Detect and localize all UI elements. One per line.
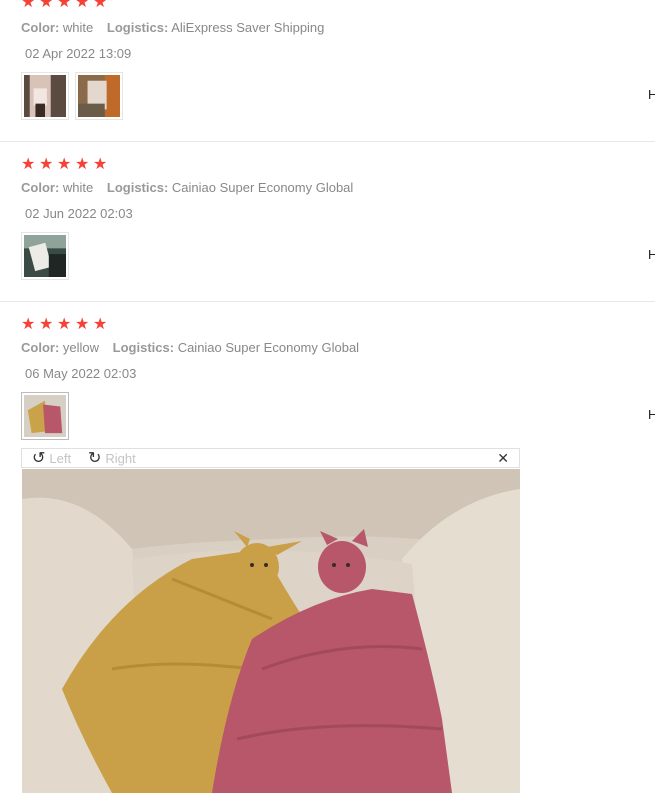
- review-photo-thumbnail[interactable]: [21, 232, 69, 280]
- star-icon: ★: [57, 0, 72, 11]
- review-2-thumbnails: [21, 232, 69, 280]
- rotate-left-button[interactable]: ↺ Left: [32, 449, 72, 467]
- star-icon: ★: [75, 156, 90, 173]
- review-1-date: 02 Apr 2022 13:09: [25, 46, 132, 61]
- rotate-right-button[interactable]: ↻ Right: [88, 449, 136, 467]
- star-icon: ★: [39, 0, 54, 11]
- star-icon: ★: [21, 316, 36, 333]
- reviews-page: ★ ★ ★ ★ ★ Color: white Logistics: AliExp…: [0, 0, 655, 793]
- rotate-left-icon: ↺: [32, 449, 46, 467]
- review-3-rating: ★ ★ ★ ★ ★: [21, 317, 109, 335]
- review-photo-thumbnail[interactable]: [21, 392, 69, 440]
- color-value: white: [62, 180, 94, 195]
- star-icon: ★: [57, 156, 72, 173]
- photo-image: [24, 75, 66, 117]
- star-icon: ★: [39, 316, 54, 333]
- star-icon: ★: [93, 316, 108, 333]
- star-icon: ★: [21, 0, 36, 11]
- review-photo-thumbnail[interactable]: [75, 72, 123, 120]
- review-3-thumbnails: [21, 392, 69, 440]
- image-viewer-toolbar: ↺ Left ↻ Right ✕: [21, 448, 520, 468]
- logistics-value: Cainiao Super Economy Global: [177, 340, 360, 355]
- review-photo-thumbnail[interactable]: [21, 72, 69, 120]
- color-label: Color:: [21, 20, 60, 35]
- logistics-value: AliExpress Saver Shipping: [171, 20, 325, 35]
- review-1-meta: Color: white Logistics: AliExpress Saver…: [21, 20, 334, 35]
- enlarged-review-photo: [22, 469, 520, 793]
- review-2-meta: Color: white Logistics: Cainiao Super Ec…: [21, 180, 363, 195]
- photo-image: [24, 235, 66, 277]
- review-divider: [0, 301, 655, 302]
- star-icon: ★: [93, 156, 108, 173]
- review-2-helpful-link[interactable]: H: [648, 247, 655, 262]
- star-icon: ★: [75, 0, 90, 11]
- review-1-thumbnails: [21, 72, 123, 120]
- star-icon: ★: [57, 316, 72, 333]
- review-1-rating: ★ ★ ★ ★ ★: [21, 0, 109, 13]
- color-value: yellow: [62, 340, 100, 355]
- logistics-value: Cainiao Super Economy Global: [171, 180, 354, 195]
- review-2-rating: ★ ★ ★ ★ ★: [21, 157, 109, 175]
- rotate-right-icon: ↻: [88, 449, 102, 467]
- color-value: white: [62, 20, 94, 35]
- color-label: Color:: [21, 180, 60, 195]
- photo-image: [22, 469, 520, 793]
- rotate-right-label: Right: [105, 451, 136, 466]
- rotate-left-label: Left: [49, 451, 72, 466]
- review-divider: [0, 141, 655, 142]
- star-icon: ★: [39, 156, 54, 173]
- logistics-label: Logistics:: [112, 340, 175, 355]
- logistics-label: Logistics:: [106, 180, 169, 195]
- review-3-date: 06 May 2022 02:03: [25, 366, 137, 381]
- star-icon: ★: [75, 316, 90, 333]
- close-icon[interactable]: ✕: [497, 450, 509, 467]
- logistics-label: Logistics:: [106, 20, 169, 35]
- star-icon: ★: [21, 156, 36, 173]
- review-2-date: 02 Jun 2022 02:03: [25, 206, 133, 221]
- photo-image: [78, 75, 120, 117]
- star-icon: ★: [93, 0, 108, 11]
- color-label: Color:: [21, 340, 60, 355]
- review-3-meta: Color: yellow Logistics: Cainiao Super E…: [21, 340, 369, 355]
- photo-image: [24, 395, 66, 437]
- review-1-helpful-link[interactable]: H: [648, 87, 655, 102]
- review-3-helpful-link[interactable]: H: [648, 407, 655, 422]
